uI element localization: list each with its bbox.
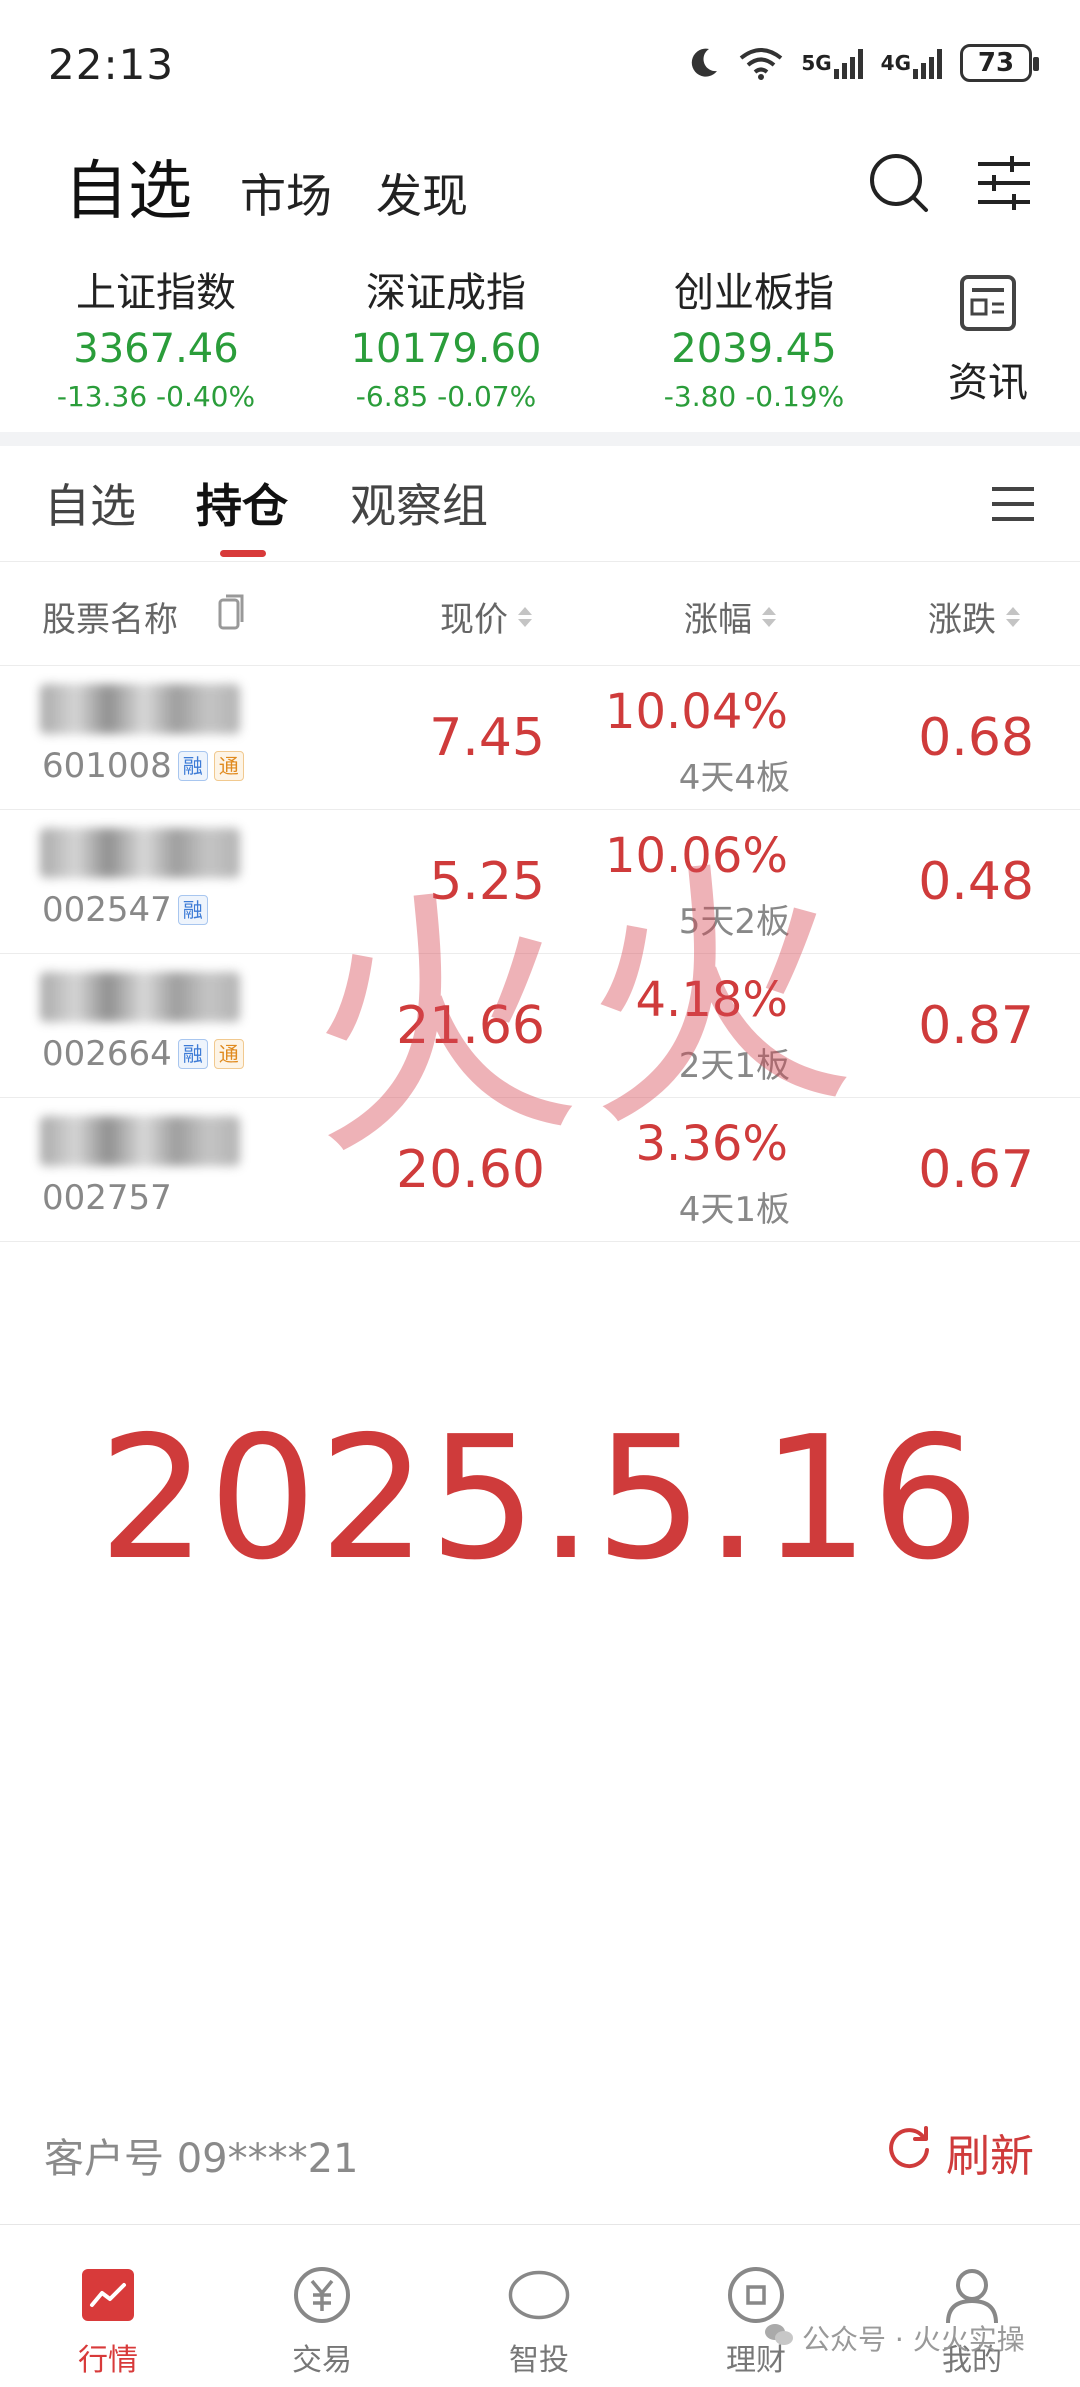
margin-badge: 融	[177, 751, 208, 781]
battery-icon: 73	[960, 44, 1039, 82]
section-divider	[0, 432, 1080, 446]
status-icons: 5G 4G 73	[685, 44, 1039, 82]
sort-icon	[1006, 606, 1020, 627]
stock-change: 0.67	[918, 1140, 1034, 1200]
status-bar: 22:13 5G 4G 73	[0, 0, 1080, 130]
stock-code: 002757	[42, 1178, 172, 1218]
header-change-sort[interactable]: 涨跌	[928, 592, 1020, 641]
signal-5g-icon: 5G	[801, 47, 863, 79]
index-chinext[interactable]: 创业板指 2039.45 -3.80 -0.19%	[634, 260, 874, 413]
stock-code: 002664 融 通	[42, 1034, 244, 1074]
connect-badge: 通	[213, 751, 244, 781]
status-time: 22:13	[48, 40, 175, 89]
index-name: 创业板指	[674, 270, 834, 316]
index-shanghai[interactable]: 上证指数 3367.46 -13.36 -0.40%	[36, 260, 276, 413]
wealth-icon	[724, 2265, 788, 2325]
profile-icon	[940, 2265, 1004, 2325]
nav-label: 行情	[78, 2343, 138, 2378]
stock-name-blurred	[40, 1116, 240, 1166]
wechat-icon	[764, 2322, 794, 2355]
margin-badge: 融	[177, 895, 208, 925]
table-header: 股票名称 现价 涨幅 涨跌	[0, 562, 1080, 666]
index-value: 2039.45	[671, 326, 837, 372]
menu-icon[interactable]	[992, 486, 1034, 522]
index-change: -6.85 -0.07%	[355, 380, 537, 413]
tab-self-selected[interactable]: 自选	[44, 470, 136, 536]
signal-4g-icon: 4G	[881, 47, 942, 79]
market-indices: 上证指数 3367.46 -13.36 -0.40% 深证成指 10179.60…	[0, 250, 1080, 430]
tab-watch-group[interactable]: 观察组	[350, 470, 488, 536]
refresh-icon	[886, 2124, 932, 2181]
header-pct-sort[interactable]: 涨幅	[684, 592, 776, 641]
margin-badge: 融	[177, 1039, 208, 1069]
news-label: 资讯	[948, 360, 1028, 406]
client-number: 客户号 09****21	[44, 2136, 359, 2182]
top-nav: 自选 市场 发现	[0, 130, 1080, 250]
index-shenzhen[interactable]: 深证成指 10179.60 -6.85 -0.07%	[326, 260, 566, 413]
stock-board: 4天1板	[678, 1190, 790, 1230]
index-name: 深证成指	[366, 270, 526, 316]
sort-icon	[518, 606, 532, 627]
stock-change: 0.48	[918, 852, 1034, 912]
sub-tabs: 自选 持仓 观察组	[0, 446, 1080, 562]
market-chart-icon	[76, 2265, 140, 2325]
smart-invest-icon	[507, 2265, 571, 2325]
active-tab-indicator	[220, 550, 266, 557]
header-stock-name: 股票名称	[42, 592, 246, 641]
stock-name-blurred	[40, 684, 240, 734]
stock-change: 0.87	[918, 996, 1034, 1056]
nav-label: 交易	[292, 2343, 352, 2378]
index-value: 10179.60	[350, 326, 542, 372]
refresh-button[interactable]: 刷新	[886, 2120, 1034, 2184]
index-name: 上证指数	[76, 270, 236, 316]
header-price-sort[interactable]: 现价	[440, 592, 532, 641]
moon-icon	[685, 45, 721, 81]
stock-pct: 10.04%	[604, 684, 788, 740]
news-button[interactable]: 资讯	[948, 274, 1028, 408]
wifi-icon	[739, 46, 783, 80]
stock-code: 601008 融 通	[42, 746, 244, 786]
stock-code: 002547 融	[42, 890, 208, 930]
filter-settings-icon[interactable]	[976, 156, 1032, 210]
copy-icon[interactable]	[218, 594, 246, 639]
stock-name-blurred	[40, 972, 240, 1022]
index-value: 3367.46	[73, 326, 239, 372]
watermark-text: 火火	[287, 823, 870, 1195]
index-change: -13.36 -0.40%	[56, 380, 256, 413]
table-row[interactable]: 601008 融 通 7.45 10.04% 4天4板 0.68	[0, 666, 1080, 810]
stock-name-blurred	[40, 828, 240, 878]
refresh-label: 刷新	[946, 2131, 1034, 2182]
stock-change: 0.68	[918, 708, 1034, 768]
tab-discover[interactable]: 发现	[376, 160, 468, 226]
overlay-date: 2025.5.16	[98, 1400, 982, 1598]
tab-holdings[interactable]: 持仓	[196, 470, 288, 536]
tab-watchlist[interactable]: 自选	[64, 140, 192, 232]
nav-trade[interactable]: 交易	[252, 2265, 392, 2379]
connect-badge: 通	[213, 1039, 244, 1069]
wechat-watermark: 公众号 · 火火实操	[764, 2318, 1025, 2358]
bottom-nav: 行情 交易 智投 理财 我的	[0, 2224, 1080, 2387]
trade-yuan-icon	[290, 2265, 354, 2325]
index-change: -3.80 -0.19%	[663, 380, 845, 413]
search-icon[interactable]	[868, 152, 930, 214]
nav-market[interactable]: 行情	[38, 2265, 178, 2379]
nav-label: 智投	[509, 2343, 569, 2378]
stock-price: 7.45	[429, 708, 545, 768]
sort-icon	[762, 606, 776, 627]
tab-market[interactable]: 市场	[240, 160, 332, 226]
news-icon	[959, 275, 1017, 336]
nav-smart-invest[interactable]: 智投	[469, 2265, 609, 2379]
